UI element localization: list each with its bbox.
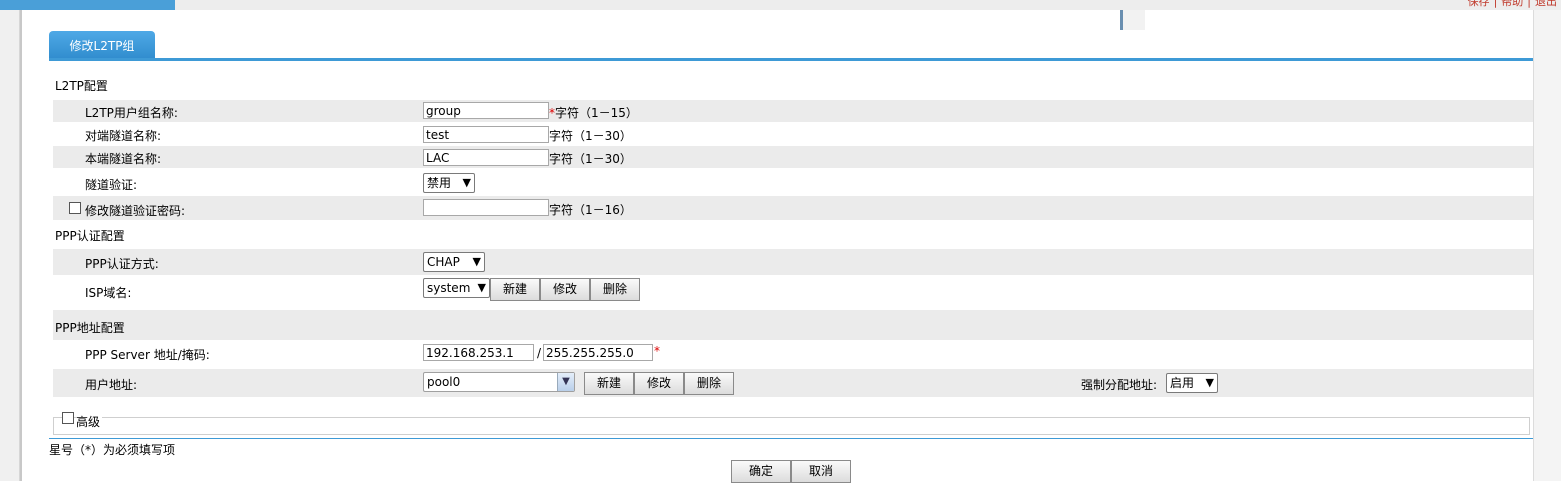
chevron-down-icon: ▼ [477, 281, 486, 294]
tunnel-auth-selected: 禁用 [427, 176, 452, 190]
force-assign-selected: 启用 [1170, 376, 1195, 390]
isp-domain-selected: system [427, 281, 471, 295]
required-mark: * [654, 344, 660, 358]
peer-tunnel-hint: 字符（1－30） [549, 129, 632, 143]
tunnel-auth-select[interactable]: 禁用 ▼ [423, 173, 475, 193]
advanced-checkbox[interactable] [62, 412, 74, 424]
isp-domain-label: ISP域名: [85, 286, 132, 300]
left-rail [0, 10, 20, 481]
isp-delete-button[interactable]: 删除 [590, 278, 640, 301]
force-assign-label: 强制分配地址: [1081, 378, 1158, 392]
row-user-address: 用户地址: pool0 ▼ 新建 修改 删除 强制分配地址: 启用 ▼ [53, 369, 1533, 397]
left-rail-divider [20, 10, 22, 481]
advanced-fieldset [53, 417, 1530, 435]
ppp-auth-method-select[interactable]: CHAP ▼ [423, 252, 485, 272]
chevron-down-icon: ▼ [1205, 376, 1214, 389]
ppp-server-label: PPP Server 地址/掩码: [85, 348, 210, 362]
row-isp-domain: ISP域名: system ▼ 新建 修改 删除 [53, 276, 1533, 306]
row-tunnel-password: 修改隧道验证密码: 字符（1－16） [53, 196, 1533, 220]
row-tunnel-auth: 隧道验证: 禁用 ▼ [53, 170, 1533, 195]
isp-new-button[interactable]: 新建 [490, 278, 540, 301]
row-group-name: L2TP用户组名称: *字符（1－15） [53, 100, 1533, 122]
isp-domain-select[interactable]: system ▼ [423, 278, 490, 298]
tunnel-password-input[interactable] [423, 199, 549, 216]
ppp-server-mask-input[interactable] [543, 344, 653, 361]
ppp-auth-method-label: PPP认证方式: [85, 257, 159, 271]
row-ppp-server: PPP Server 地址/掩码: / * [53, 341, 1533, 365]
tunnel-password-label: 修改隧道验证密码: [85, 204, 186, 218]
ppp-server-ip-input[interactable] [423, 344, 534, 361]
user-addr-new-button[interactable]: 新建 [584, 372, 634, 395]
user-address-label: 用户地址: [85, 378, 138, 392]
cancel-button[interactable]: 取消 [791, 460, 851, 483]
group-name-hint: *字符（1－15） [549, 104, 638, 121]
ip-mask-separator: / [537, 346, 542, 360]
ok-button[interactable]: 确定 [731, 460, 791, 483]
row-ppp-addr-section: PPP地址配置 [53, 310, 1533, 340]
local-tunnel-hint: 字符（1－30） [549, 152, 632, 166]
chevron-down-icon: ▼ [462, 176, 471, 189]
group-name-input[interactable] [423, 102, 549, 119]
footer-divider [49, 438, 1533, 439]
right-scroll-rail[interactable] [1533, 10, 1561, 481]
row-ppp-auth-method: PPP认证方式: CHAP ▼ [53, 249, 1533, 275]
force-assign-select[interactable]: 启用 ▼ [1166, 373, 1218, 393]
tunnel-password-checkbox[interactable] [69, 202, 81, 214]
frame-divider-shade [1123, 10, 1145, 30]
chevron-down-icon: ▼ [557, 373, 574, 391]
local-tunnel-input[interactable] [423, 149, 549, 166]
row-peer-tunnel: 对端隧道名称: 字符（1－30） [53, 123, 1533, 145]
local-tunnel-label: 本端隧道名称: [85, 152, 162, 166]
save-link[interactable]: 保存 [1468, 0, 1490, 8]
help-link[interactable]: 帮助 [1501, 0, 1523, 8]
user-addr-modify-button[interactable]: 修改 [634, 372, 684, 395]
section-ppp-auth-title: PPP认证配置 [55, 229, 125, 243]
user-addr-delete-button[interactable]: 删除 [684, 372, 734, 395]
section-l2tp-title: L2TP配置 [55, 79, 108, 93]
chevron-down-icon: ▼ [472, 255, 481, 268]
top-bar [0, 0, 1561, 10]
group-name-label: L2TP用户组名称: [85, 106, 178, 120]
tunnel-password-hint: 字符（1－16） [549, 203, 632, 217]
user-address-select[interactable]: pool0 ▼ [423, 372, 575, 392]
tab-modify-l2tp-group[interactable]: 修改L2TP组 [49, 31, 155, 60]
tunnel-auth-label: 隧道验证: [85, 178, 138, 192]
advanced-label: 高级 [76, 413, 103, 430]
row-local-tunnel: 本端隧道名称: 字符（1－30） [53, 146, 1533, 168]
logout-link[interactable]: 退出 [1535, 0, 1557, 8]
required-note: 星号（*）为必须填写项 [49, 443, 176, 457]
tab-underline [49, 58, 1533, 61]
peer-tunnel-label: 对端隧道名称: [85, 129, 162, 143]
peer-tunnel-input[interactable] [423, 126, 549, 143]
top-bar-accent [0, 0, 175, 10]
group-name-hint-text: 字符（1－15） [555, 106, 638, 120]
top-links: 保存 | 帮助 | 退出 [1464, 0, 1561, 9]
user-address-selected: pool0 [427, 375, 461, 389]
isp-modify-button[interactable]: 修改 [540, 278, 590, 301]
section-ppp-addr-title: PPP地址配置 [55, 321, 125, 335]
ppp-auth-method-selected: CHAP [427, 255, 460, 269]
